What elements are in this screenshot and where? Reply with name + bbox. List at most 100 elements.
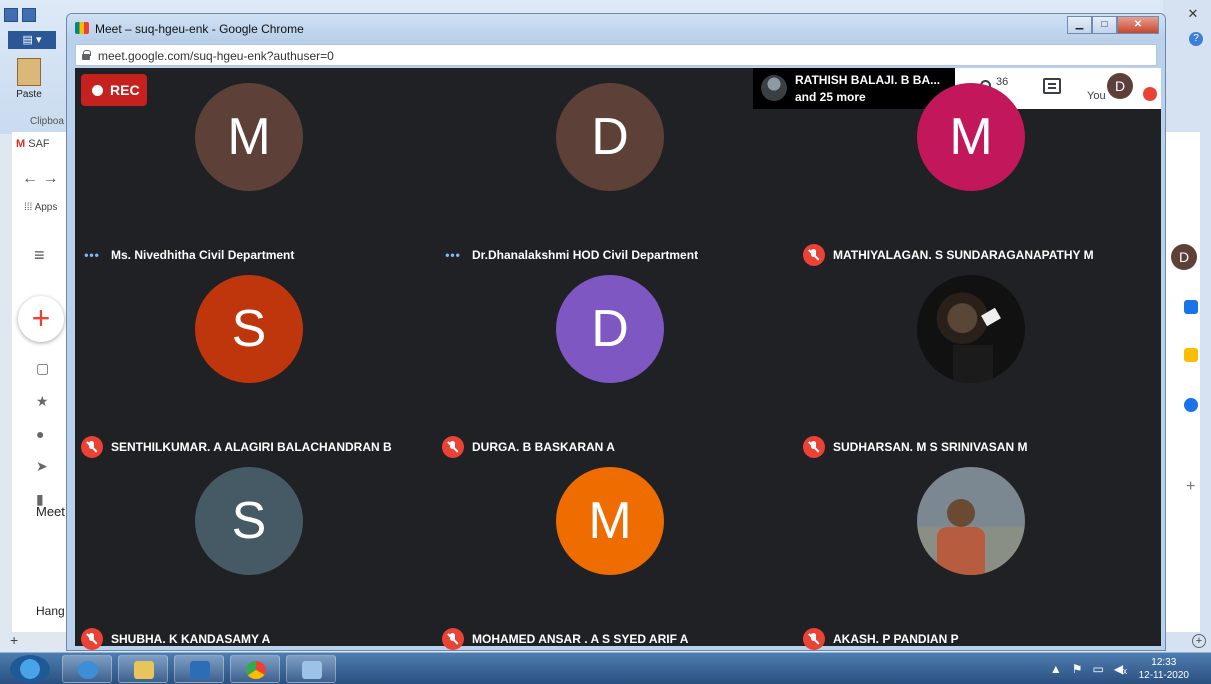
participant-tile[interactable]: M ••• Ms. Nivedhitha Civil Department	[75, 70, 437, 262]
system-clock[interactable]: 12:33 12-11-2020	[1139, 656, 1189, 682]
participant-avatar: S	[195, 467, 303, 575]
action-center-icon[interactable]: ⚑	[1072, 662, 1083, 676]
participant-avatar: M	[195, 83, 303, 191]
system-tray: ▲ ⚑ ▭ ◀ₓ	[1050, 662, 1127, 676]
inbox-icon[interactable]: ▢	[36, 360, 49, 377]
chrome-icon	[246, 661, 266, 679]
add-addon-icon[interactable]: +	[1186, 478, 1195, 496]
tasks-icon[interactable]	[1184, 398, 1198, 412]
mic-off-icon	[81, 628, 103, 650]
speaking-indicator-icon: •••	[84, 248, 100, 262]
minimize-button[interactable]: ▁	[1067, 16, 1092, 34]
folder-icon	[134, 661, 154, 679]
participant-name-row: SHUBHA. K KANDASAMY A	[81, 628, 431, 650]
participant-tile[interactable]: S SHUBHA. K KANDASAMY A	[75, 454, 437, 650]
gmail-hangouts-section: Hang	[36, 604, 65, 618]
ie-icon	[78, 661, 98, 679]
window-title: Meet – suq-hgeu-enk - Google Chrome	[95, 22, 304, 36]
participant-name-row: AKASH. P PANDIAN P	[803, 628, 1153, 650]
maximize-button[interactable]: □	[1092, 16, 1117, 34]
taskbar-ie-button[interactable]	[62, 655, 112, 683]
clipboard-group-label: Clipboa	[30, 116, 64, 127]
participant-avatar	[917, 467, 1025, 575]
word-undo-icon[interactable]	[22, 8, 36, 22]
mic-off-icon	[803, 628, 825, 650]
clock-date: 12-11-2020	[1138, 670, 1189, 681]
apps-label: Apps	[34, 202, 58, 213]
keep-icon[interactable]	[1184, 348, 1198, 362]
participant-tile[interactable]: AKASH. P PANDIAN P	[797, 454, 1159, 650]
mic-off-icon	[442, 628, 464, 650]
window-controls: ▁ □ ✕	[1067, 16, 1159, 34]
participant-name: Ms. Nivedhitha Civil Department	[111, 248, 295, 262]
volume-muted-icon[interactable]: ◀ₓ	[1114, 662, 1127, 676]
speaking-indicator-icon: •••	[445, 248, 461, 262]
participant-name: Dr.Dhanalakshmi HOD Civil Department	[472, 248, 699, 262]
chrome-window: Meet – suq-hgeu-enk - Google Chrome ▁ □ …	[66, 13, 1166, 651]
clock-time: 12:33	[1151, 657, 1177, 668]
help-icon[interactable]: ?	[1189, 32, 1203, 46]
close-button[interactable]: ✕	[1117, 16, 1159, 34]
participant-tile[interactable]: D ••• Dr.Dhanalakshmi HOD Civil Department	[436, 70, 798, 262]
participant-name: SENTHILKUMAR. A ALAGIRI BALACHANDRAN B	[111, 440, 392, 454]
word-save-icon[interactable]	[4, 8, 18, 22]
compose-button[interactable]: +	[18, 296, 64, 342]
sheet-add-icon[interactable]: +	[10, 632, 18, 648]
title-bar: Meet – suq-hgeu-enk - Google Chrome ▁ □ …	[67, 14, 1165, 42]
clipboard-icon	[17, 58, 41, 86]
participant-tile[interactable]: S SENTHILKUMAR. A ALAGIRI BALACHANDRAN B	[75, 262, 437, 458]
participant-avatar: M	[917, 83, 1025, 191]
address-bar[interactable]: meet.google.com/suq-hgeu-enk?authuser=0	[75, 44, 1157, 66]
word-file-menu[interactable]: ▤ ▾	[8, 31, 56, 49]
taskbar-paint-button[interactable]	[286, 655, 336, 683]
participant-tile[interactable]: M MOHAMED ANSAR . A S SYED ARIF A	[436, 454, 798, 650]
participant-avatar	[917, 275, 1025, 383]
participant-tile[interactable]: D DURGA. B BASKARAN A	[436, 262, 798, 458]
participant-avatar: D	[556, 275, 664, 383]
meet-stage: REC RATHISH BALAJI. B BA... and 25 more …	[75, 68, 1161, 650]
back-arrow-icon[interactable]: ← →	[22, 170, 58, 188]
meet-app-icon	[75, 22, 89, 34]
participant-name: SUDHARSAN. M S SRINIVASAN M	[833, 440, 1028, 454]
gmail-nav-icons: ▢ ★ ● ➤ ▮	[36, 360, 49, 508]
gmail-side-panel	[1166, 132, 1200, 632]
participant-name: MATHIYALAGAN. S SUNDARAGANAPATHY M	[833, 248, 1094, 262]
hamburger-menu-icon[interactable]: ≡	[34, 245, 45, 266]
participant-name: MOHAMED ANSAR . A S SYED ARIF A	[472, 632, 689, 646]
url-text[interactable]: meet.google.com/suq-hgeu-enk?authuser=0	[98, 49, 334, 63]
sent-icon[interactable]: ➤	[36, 458, 49, 475]
participant-name: AKASH. P PANDIAN P	[833, 632, 959, 646]
participant-tile[interactable]: M MATHIYALAGAN. S SUNDARAGANAPATHY M	[797, 70, 1159, 266]
paint-icon	[302, 661, 322, 679]
gmail-logo-icon: M	[16, 138, 26, 150]
gmail-account-avatar[interactable]: D	[1171, 244, 1197, 270]
gmail-tab[interactable]: M SAF	[16, 138, 50, 150]
participant-name: DURGA. B BASKARAN A	[472, 440, 615, 454]
word-close-icon[interactable]: ✕	[1181, 6, 1205, 22]
network-icon[interactable]: ▭	[1092, 662, 1103, 676]
participant-avatar: M	[556, 467, 664, 575]
participant-name-row: MOHAMED ANSAR . A S SYED ARIF A	[442, 628, 792, 650]
word-quick-access-toolbar	[4, 8, 36, 22]
taskbar-media-button[interactable]	[174, 655, 224, 683]
zoom-in-icon[interactable]: +	[1192, 634, 1206, 648]
participant-tile[interactable]: SUDHARSAN. M S SRINIVASAN M	[797, 262, 1159, 458]
paste-label: Paste	[16, 89, 42, 100]
lock-icon[interactable]	[82, 50, 91, 60]
word-paste-button[interactable]: Paste	[14, 58, 44, 118]
participant-name: SHUBHA. K KANDASAMY A	[111, 632, 271, 646]
start-button[interactable]	[10, 655, 50, 683]
media-player-icon	[190, 661, 210, 679]
windows-taskbar: ▲ ⚑ ▭ ◀ₓ 12:33 12-11-2020	[0, 652, 1211, 684]
gmail-meet-section: Meet	[36, 504, 65, 519]
taskbar-chrome-button[interactable]	[230, 655, 280, 683]
taskbar-explorer-button[interactable]	[118, 655, 168, 683]
snoozed-icon[interactable]: ●	[36, 426, 49, 442]
calendar-icon[interactable]	[1184, 300, 1198, 314]
participant-avatar: D	[556, 83, 664, 191]
gmail-tab-label: SAF	[28, 138, 50, 150]
starred-icon[interactable]: ★	[36, 393, 49, 410]
participant-avatar: S	[195, 275, 303, 383]
apps-bookmark[interactable]: ⁞⁞⁞ Apps	[24, 202, 57, 213]
show-hidden-icons-icon[interactable]: ▲	[1050, 662, 1062, 676]
